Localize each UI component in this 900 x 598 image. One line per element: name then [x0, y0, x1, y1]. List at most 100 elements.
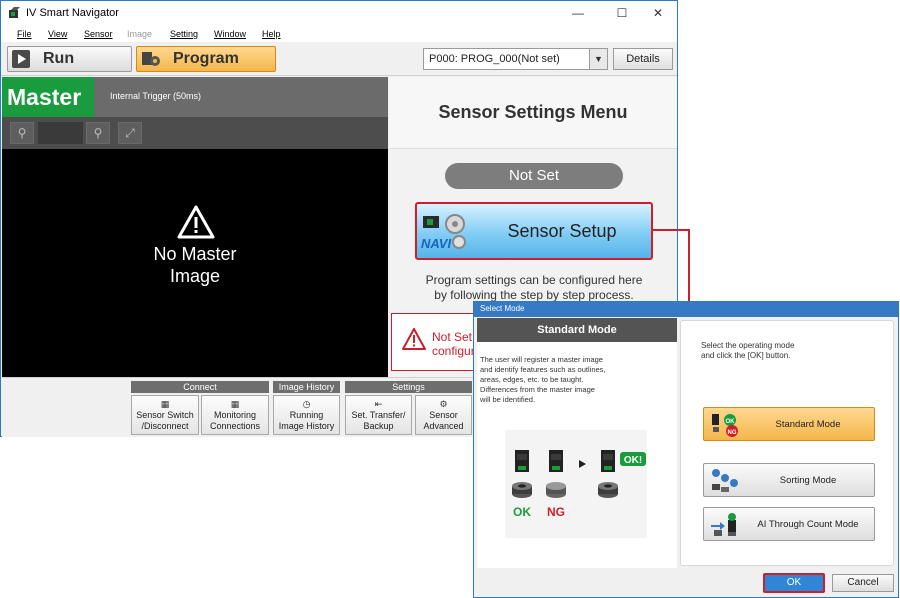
menu-image[interactable]: Image: [127, 29, 152, 39]
menu-bar: File View Sensor Image Setting Window He…: [1, 26, 677, 42]
description-line: Differences from the master image: [480, 385, 595, 394]
menu-view[interactable]: View: [48, 29, 67, 39]
cancel-button[interactable]: Cancel: [832, 574, 894, 592]
set-transfer-backup-button[interactable]: ⇤ Set. Transfer/ Backup: [345, 395, 412, 435]
zoom-out-icon[interactable]: ⚲: [10, 122, 34, 144]
menu-help[interactable]: Help: [262, 29, 281, 39]
sensor-advanced-icon: ⚙: [439, 399, 448, 409]
ok-button[interactable]: OK: [763, 573, 825, 593]
standard-mode-illustration: OK! OK NG: [505, 430, 647, 538]
master-header: Master Internal Trigger (50ms): [2, 77, 388, 117]
menu-setting[interactable]: Setting: [170, 29, 198, 39]
svg-text:OK: OK: [726, 419, 736, 425]
dialog-title: Select Mode: [480, 304, 525, 313]
menu-window[interactable]: Window: [214, 29, 246, 39]
ai-count-mode-icon: [711, 513, 736, 536]
ribbon-label: Connections: [209, 421, 261, 431]
fit-view-icon[interactable]: ⤢: [118, 122, 142, 144]
description-line: areas, edges, etc. to be taught.: [480, 375, 584, 384]
operating-instruction: Select the operating mode and click the …: [701, 341, 794, 361]
ok-badge: OK!: [624, 455, 642, 466]
sensor-switch-icon: ▦: [160, 399, 170, 409]
toolbar: Run Program P000: PROG_000(Not set) ▼ De…: [1, 42, 677, 76]
ribbon-label: Advanced: [423, 421, 464, 431]
run-button[interactable]: Run: [7, 46, 132, 72]
ai-through-count-mode-button[interactable]: AI Through Count Mode: [703, 507, 875, 541]
group-image-history: Image History: [273, 381, 340, 393]
standard-mode-icon: OK NG: [712, 414, 738, 437]
no-master-line1: No Master: [153, 244, 237, 264]
zoom-bar: ⚲ ⚲ ⤢: [2, 117, 388, 149]
zoom-field[interactable]: [38, 122, 83, 144]
app-icon: [9, 7, 20, 18]
app-title: IV Smart Navigator: [26, 7, 119, 19]
group-connect: Connect: [131, 381, 269, 393]
program-button[interactable]: Program: [136, 46, 276, 72]
warning-text: Not Set. configur: [432, 330, 475, 358]
no-master-line2: Image: [169, 266, 221, 286]
select-mode-dialog: Select Mode Standard Mode The user will …: [473, 301, 899, 598]
navi-gear-icon: NAVI: [421, 214, 466, 251]
sensor-switch-button[interactable]: ▦ Sensor Switch /Disconnect: [131, 395, 199, 435]
mode-label: AI Through Count Mode: [757, 519, 859, 530]
sorting-mode-icon: [712, 469, 738, 492]
monitoring-connections-button[interactable]: ▦ Monitoring Connections: [201, 395, 269, 435]
svg-text:NG: NG: [728, 430, 737, 436]
ribbon-label: Set. Transfer/: [351, 410, 406, 420]
warning-icon: [177, 205, 215, 239]
ok-label: OK: [513, 505, 531, 519]
program-settings-description: Program settings can be configured here …: [409, 273, 659, 303]
description-line: will be identified.: [480, 395, 536, 404]
instruction-line: and click the [OK] button.: [701, 351, 791, 360]
navi-badge: NAVI: [421, 236, 451, 251]
sorting-mode-button[interactable]: Sorting Mode: [703, 463, 875, 497]
transfer-icon: ⇤: [374, 399, 383, 409]
ng-label: NG: [547, 505, 565, 519]
details-button[interactable]: Details: [613, 48, 673, 70]
sensor-advanced-button[interactable]: ⚙ Sensor Advanced: [415, 395, 472, 435]
history-icon: ◷: [302, 399, 311, 409]
master-badge: Master: [2, 77, 94, 117]
mode-label: Sorting Mode: [779, 475, 837, 486]
trigger-status: Internal Trigger (50ms): [110, 91, 202, 101]
group-settings: Settings: [345, 381, 472, 393]
sensor-menu-title: Sensor Settings Menu: [438, 102, 628, 122]
program-select-value: P000: PROG_000(Not set): [429, 53, 560, 65]
ribbon-label: Backup: [363, 421, 394, 431]
sensor-menu-header: Sensor Settings Menu: [389, 77, 677, 149]
mode-description-panel: Standard Mode The user will register a m…: [477, 318, 677, 568]
no-master-message: No Master Image: [95, 243, 295, 287]
close-button[interactable]: ✕: [635, 1, 681, 26]
minimize-button[interactable]: —: [555, 1, 601, 26]
menu-file[interactable]: File: [17, 29, 32, 39]
description-line-1: Program settings can be configured here: [425, 273, 643, 287]
sensor-setup-button[interactable]: NAVI Sensor Setup: [415, 202, 653, 260]
ribbon-label: /Disconnect: [141, 421, 189, 431]
running-image-history-button[interactable]: ◷ Running Image History: [273, 395, 340, 435]
menu-sensor[interactable]: Sensor: [84, 29, 113, 39]
run-label: Run: [43, 50, 75, 67]
play-icon: [12, 50, 30, 68]
description-line: and identify features such as outlines,: [480, 365, 606, 374]
sensor-setup-label: Sensor Setup: [507, 221, 617, 241]
program-select[interactable]: P000: PROG_000(Not set) ▼: [423, 48, 608, 70]
standard-mode-button[interactable]: OK NG Standard Mode: [703, 407, 875, 441]
ribbon-label: Monitoring: [213, 410, 257, 420]
zoom-in-icon[interactable]: ⚲: [86, 122, 110, 144]
mode-header: Standard Mode: [477, 318, 677, 342]
chevron-down-icon[interactable]: ▼: [589, 49, 607, 69]
monitor-icon: ▦: [230, 399, 240, 409]
instruction-line: Select the operating mode: [701, 341, 795, 350]
warning-line-2: configur: [432, 344, 475, 358]
ribbon-label: Sensor Switch: [136, 410, 194, 420]
title-bar: IV Smart Navigator — ☐ ✕: [1, 1, 677, 26]
alert-icon: [402, 328, 426, 350]
warning-line-1: Not Set.: [432, 330, 476, 344]
image-panel: Master Internal Trigger (50ms) ⚲ ⚲ ⤢ No …: [2, 77, 388, 377]
ribbon-label: Sensor: [429, 410, 458, 420]
mode-description: The user will register a master image an…: [480, 355, 640, 405]
mode-selection-panel: Select the operating mode and click the …: [680, 320, 894, 566]
ribbon-label: Image History: [278, 421, 335, 431]
program-gear-icon: [142, 52, 160, 66]
program-label: Program: [173, 50, 239, 67]
